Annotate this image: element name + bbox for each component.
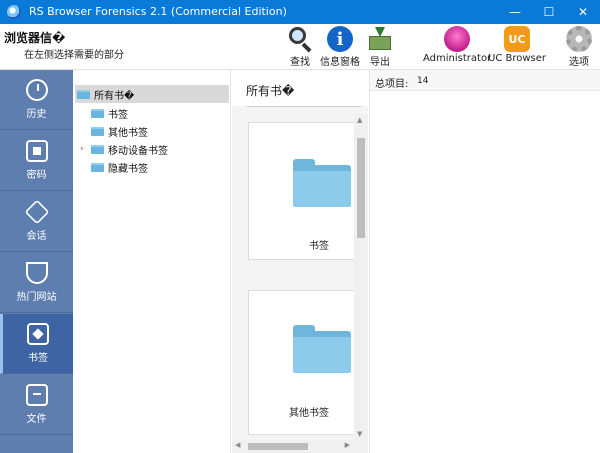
- scroll-up-icon[interactable]: ▲: [357, 116, 362, 124]
- sidebar-item-bookmarks[interactable]: 书签: [0, 314, 73, 374]
- admin-profile-icon: [444, 26, 471, 52]
- gear-icon: [566, 26, 592, 52]
- sidebar-item-label: 书签: [28, 353, 48, 364]
- details-header: 总项目: 14: [370, 70, 600, 91]
- divider: [246, 106, 362, 107]
- tree-item-label: 其他书签: [108, 127, 148, 139]
- sidebar-item-files[interactable]: 文件: [0, 375, 73, 435]
- sidebar-item-top-sites[interactable]: 热门网站: [0, 253, 73, 313]
- folder-card-other-bookmarks[interactable]: 其他书签: [248, 290, 356, 435]
- folder-view-panel: 所有书� 书签 其他书签: [232, 70, 368, 453]
- folder-icon: [91, 144, 104, 154]
- administrator-label: Administrator: [423, 53, 492, 64]
- administrator-profile-button[interactable]: Administrator: [423, 26, 491, 64]
- sidebar-item-label: 会话: [26, 231, 47, 242]
- close-button[interactable]: ✕: [566, 0, 600, 24]
- bookmark-icon: [27, 323, 49, 345]
- scrollbar-thumb[interactable]: [248, 443, 308, 450]
- tree-item-other-bookmarks[interactable]: 其他书签: [91, 122, 148, 140]
- tree-item-label: 所有书�: [94, 90, 135, 102]
- page-subtitle: 在左侧选择需要的部分: [24, 50, 124, 61]
- scroll-down-icon[interactable]: ▼: [357, 430, 362, 438]
- folder-icon: [293, 325, 351, 373]
- maximize-button[interactable]: ☐: [532, 0, 566, 24]
- options-label: 选项: [569, 57, 589, 68]
- sidebar-item-password[interactable]: 密码: [0, 131, 73, 191]
- scrollbar-thumb[interactable]: [357, 138, 365, 238]
- sidebar-item-label: 文件: [26, 414, 47, 425]
- options-button[interactable]: 选项: [566, 26, 592, 68]
- info-icon: i: [327, 26, 353, 52]
- info-pane-label: 信息窗格: [320, 57, 360, 68]
- folder-view-title: 所有书�: [246, 84, 295, 98]
- total-items-count: 14: [417, 76, 429, 86]
- tree-item-label: 隐藏书签: [108, 163, 148, 175]
- vertical-scrollbar[interactable]: ▲ ▼: [354, 114, 368, 440]
- folder-icon: [91, 126, 104, 136]
- title-bar: RS Browser Forensics 2.1 (Commercial Edi…: [0, 0, 600, 24]
- export-button[interactable]: 导出: [367, 26, 393, 68]
- tree-item-label: 书签: [108, 109, 128, 121]
- horizontal-scrollbar[interactable]: ◀ ▶: [232, 440, 368, 453]
- folder-view-header: 所有书�: [232, 70, 368, 107]
- scroll-left-icon[interactable]: ◀: [235, 441, 240, 449]
- search-icon: [287, 26, 313, 53]
- session-icon: [24, 199, 49, 225]
- sidebar-item-label: 密码: [26, 170, 47, 181]
- history-icon: [25, 79, 48, 101]
- folder-icon: [77, 89, 90, 99]
- uc-browser-icon: UC: [504, 26, 530, 52]
- app-logo-icon: [7, 5, 21, 19]
- tree-item-label: 移动设备书签: [108, 145, 168, 157]
- search-button[interactable]: 查找: [287, 26, 313, 68]
- folder-icon: [293, 159, 351, 207]
- sidebar-item-history[interactable]: 历史: [0, 70, 73, 130]
- scroll-right-icon[interactable]: ▶: [345, 441, 350, 449]
- page-title: 浏览器信�: [4, 31, 66, 45]
- file-icon: [25, 384, 48, 406]
- folder-card-label: 书签: [309, 241, 329, 252]
- details-panel: 总项目: 14: [369, 70, 600, 453]
- export-icon: [367, 26, 393, 52]
- sidebar-item-session[interactable]: 会话: [0, 192, 73, 252]
- tree-item-hidden-bookmarks[interactable]: 隐藏书签: [91, 158, 148, 176]
- folder-icon: [91, 108, 104, 118]
- tree-item-all-bookmarks[interactable]: 所有书�: [75, 85, 229, 103]
- trophy-icon: [25, 262, 48, 284]
- tree-item-bookmarks[interactable]: 书签: [91, 104, 128, 122]
- export-label: 导出: [370, 57, 390, 68]
- chevron-right-icon[interactable]: ›: [80, 144, 84, 154]
- minimize-button[interactable]: —: [498, 0, 532, 24]
- sidebar-item-label: 历史: [26, 109, 47, 120]
- window-title: RS Browser Forensics 2.1 (Commercial Edi…: [29, 5, 287, 18]
- search-label: 查找: [290, 57, 310, 68]
- total-items-label: 总项目:: [375, 79, 409, 90]
- bookmark-tree: 所有书� 书签 其他书签 › 移动设备书签 隐藏书签: [73, 70, 231, 453]
- sidebar: 历史 密码 会话 热门网站 书签 文件: [0, 70, 73, 453]
- sidebar-item-label: 热门网站: [16, 292, 57, 303]
- info-pane-button[interactable]: i 信息窗格: [320, 26, 360, 68]
- password-icon: [25, 140, 48, 162]
- folder-card-label: 其他书签: [289, 408, 329, 419]
- uc-browser-button[interactable]: UC UC Browser: [488, 26, 546, 64]
- folder-card-bookmarks[interactable]: 书签: [248, 122, 356, 260]
- uc-browser-label: UC Browser: [488, 53, 547, 64]
- tree-item-mobile-bookmarks[interactable]: 移动设备书签: [91, 140, 168, 158]
- folder-icon: [91, 162, 104, 172]
- toolbar: 浏览器信� 在左侧选择需要的部分 查找 i 信息窗格 导出 Administra…: [0, 24, 600, 70]
